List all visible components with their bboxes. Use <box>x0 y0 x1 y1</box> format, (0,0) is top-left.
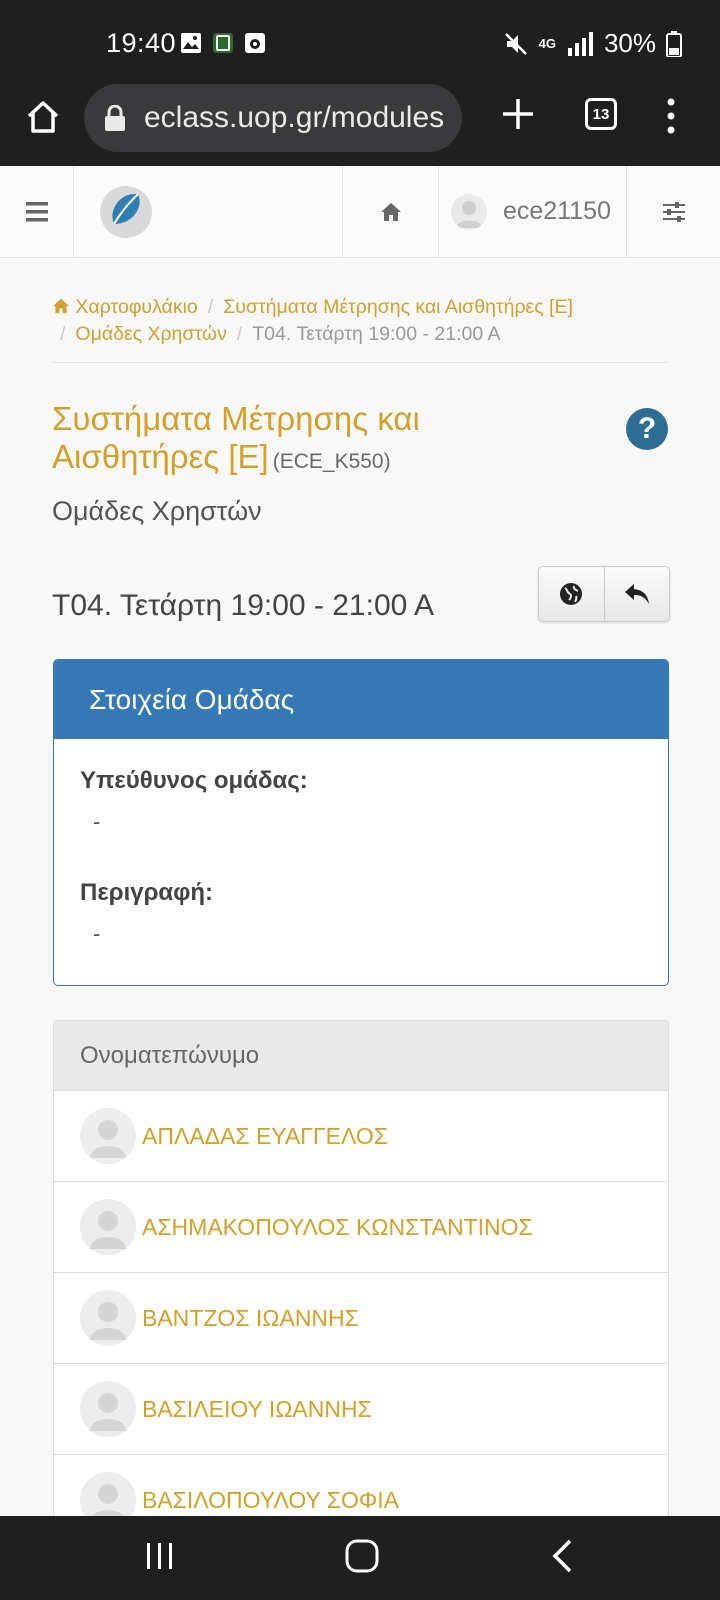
new-tab-icon[interactable] <box>500 96 536 132</box>
app-notification-icon <box>213 33 233 53</box>
members-header: Ονοματεπώνυμο <box>54 1021 668 1091</box>
members-table: Ονοματεπώνυμο ΑΠΛΑΔΑΣ ΕΥΑΓΓΕΛΟΣ ΑΣΗΜΑΚΟΠ… <box>53 1020 669 1600</box>
user-silhouette-icon <box>90 1393 126 1431</box>
page-title: Συστήματα Μέτρησης και Αισθητήρες [Ε] (EC… <box>52 400 612 481</box>
globe-icon <box>560 583 583 605</box>
browser-toolbar: eclass.uop.gr/modules 13 <box>0 84 720 166</box>
recent-apps-icon[interactable] <box>144 1540 176 1572</box>
battery-percent: 30% <box>603 28 656 58</box>
group-title: Τ04. Τετάρτη 19:00 - 21:00 Α <box>52 589 435 622</box>
course-title-line2: Αισθητήρες [Ε] <box>52 438 269 475</box>
course-code: (ECE_K550) <box>272 450 391 473</box>
module-name: Ομάδες Χρηστών <box>52 496 262 526</box>
system-nav-bar <box>0 1516 720 1600</box>
gallery-icon <box>181 33 201 53</box>
lock-icon <box>105 105 125 131</box>
member-name-link[interactable]: ΒΑΣΙΛΟΠΟΥΛΟΥ ΣΟΦΙΑ <box>142 1487 399 1514</box>
breadcrumb-current: Τ04. Τετάρτη 19:00 - 21:00 Α <box>252 323 501 345</box>
member-name-link[interactable]: ΑΣΗΜΑΚΟΠΟΥΛΟΣ ΚΩΝΣΤΑΝΤΙΝΟΣ <box>142 1214 533 1241</box>
signal-icon <box>567 31 593 56</box>
user-silhouette-icon <box>90 1120 126 1158</box>
member-name-link[interactable]: ΑΠΛΑΔΑΣ ΕΥΑΓΓΕΛΟΣ <box>142 1123 388 1150</box>
leader-value: - <box>93 809 101 834</box>
avatar <box>451 193 487 230</box>
mute-icon <box>504 32 527 55</box>
group-actions <box>538 566 670 622</box>
reply-icon <box>624 584 649 604</box>
home-icon <box>53 298 69 314</box>
avatar <box>80 1290 136 1346</box>
help-button[interactable]: ? <box>626 408 668 450</box>
tab-switcher-button[interactable]: 13 <box>585 98 617 130</box>
table-row: ΒΑΣΙΛΕΙΟΥ ΙΩΑΝΝΗΣ <box>54 1364 668 1455</box>
settings-button[interactable] <box>626 166 720 257</box>
camera-icon <box>245 33 265 53</box>
site-navbar: ece21150 <box>0 166 720 258</box>
back-button[interactable] <box>603 567 670 621</box>
battery-icon <box>666 30 682 57</box>
table-row: ΑΠΛΑΔΑΣ ΕΥΑΓΓΕΛΟΣ <box>54 1091 668 1182</box>
network-type: 4G <box>538 35 556 51</box>
avatar <box>80 1381 136 1437</box>
breadcrumb-groups-link[interactable]: Ομάδες Χρηστών <box>75 323 226 345</box>
site-logo[interactable] <box>74 166 342 257</box>
user-silhouette-icon <box>90 1211 126 1249</box>
panel-heading: Στοιχεία Ομάδας <box>54 660 668 739</box>
user-silhouette-icon <box>90 1302 126 1340</box>
group-web-button[interactable] <box>539 567 604 621</box>
eclass-logo-icon <box>100 185 152 238</box>
address-bar[interactable]: eclass.uop.gr/modules <box>84 84 462 152</box>
course-title-line1: Συστήματα Μέτρησης και <box>52 400 420 437</box>
more-options-icon[interactable] <box>666 98 676 134</box>
system-back-icon[interactable] <box>550 1538 574 1574</box>
hamburger-icon <box>25 201 48 221</box>
member-name-link[interactable]: ΒΑΝΤΖΟΣ ΙΩΑΝΝΗΣ <box>142 1305 359 1332</box>
status-time: 19:40 <box>106 28 177 58</box>
table-row: ΑΣΗΜΑΚΟΠΟΥΛΟΣ ΚΩΝΣΤΑΝΤΙΝΟΣ <box>54 1182 668 1273</box>
breadcrumb: Χαρτοφυλάκιο / Συστήματα Μέτρησης και Αισθ… <box>52 294 668 363</box>
avatar <box>80 1199 136 1255</box>
table-row: ΒΑΝΤΖΟΣ ΙΩΑΝΝΗΣ <box>54 1273 668 1364</box>
leader-label: Υπεύθυνος ομάδας: <box>80 767 308 794</box>
home-icon <box>380 202 401 221</box>
member-name-link[interactable]: ΒΑΣΙΛΕΙΟΥ ΙΩΑΝΝΗΣ <box>142 1396 372 1423</box>
home-button[interactable] <box>342 166 439 257</box>
breadcrumb-portfolio-link[interactable]: Χαρτοφυλάκιο <box>75 296 197 318</box>
group-info-panel: Στοιχεία Ομάδας Υπεύθυνος ομάδας: - Περι… <box>53 659 669 986</box>
description-value: - <box>93 921 101 946</box>
avatar <box>80 1108 136 1164</box>
user-menu[interactable]: ece21150 <box>439 166 626 257</box>
sliders-icon <box>662 201 685 222</box>
status-bar: 19:40 4G 30% <box>0 0 720 84</box>
url-text: eclass.uop.gr/modules <box>144 101 445 134</box>
description-label: Περιγραφή: <box>80 879 214 906</box>
user-silhouette-icon <box>456 200 482 228</box>
system-home-icon[interactable] <box>344 1538 380 1574</box>
menu-toggle-button[interactable] <box>0 166 74 257</box>
home-icon[interactable] <box>24 98 62 136</box>
username: ece21150 <box>503 197 611 225</box>
breadcrumb-course-link[interactable]: Συστήματα Μέτρησης και Αισθητήρες [Ε] <box>223 296 573 318</box>
